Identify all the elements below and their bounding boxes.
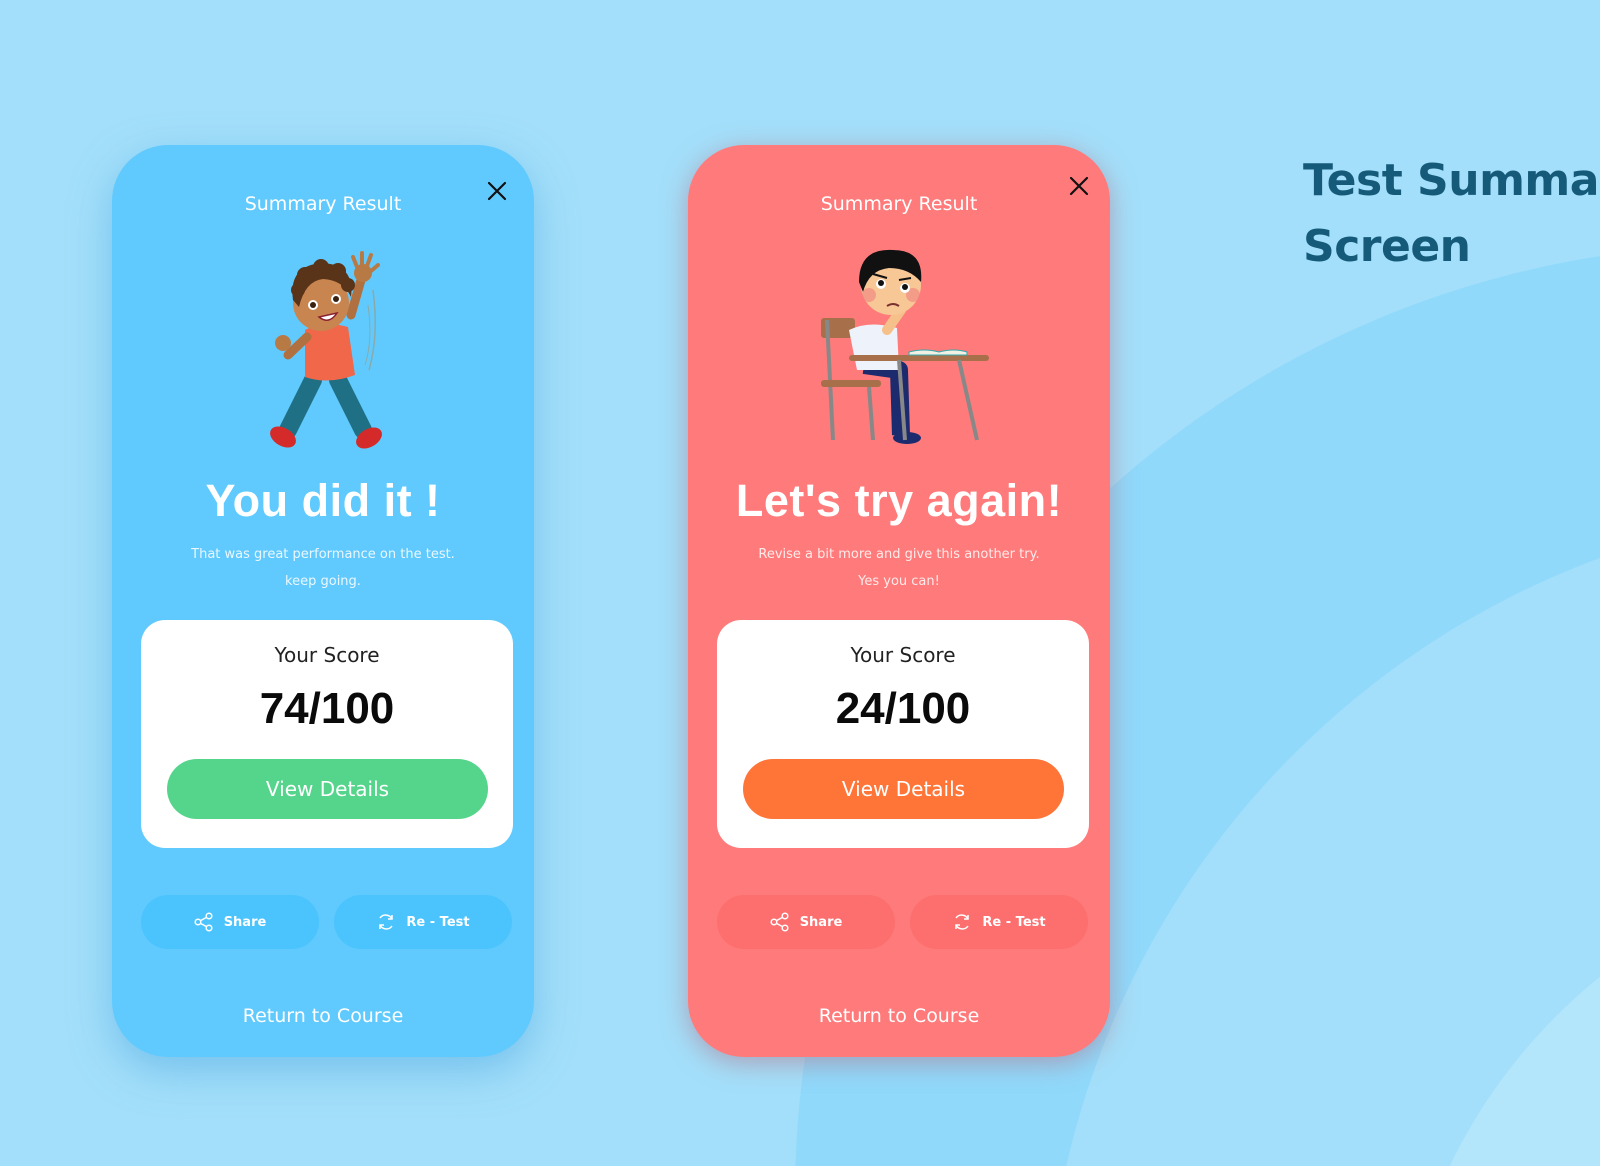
summary-title: Summary Result [820, 193, 978, 215]
score-label: Your Score [850, 643, 956, 667]
retest-button[interactable]: Re - Test [910, 895, 1088, 949]
result-message-line1: Revise a bit more and give this another … [758, 547, 1040, 562]
illustration-jumping-boy [112, 245, 534, 455]
share-label: Share [799, 914, 843, 930]
share-button[interactable]: Share [141, 895, 319, 949]
page-title-line1: Test Summary [1303, 155, 1600, 206]
sad-boy-icon [821, 249, 989, 444]
page-title: Test Summary Screen [1303, 148, 1600, 280]
view-details-button[interactable]: View Details [743, 759, 1064, 819]
result-message-line2: keep going. [285, 574, 361, 589]
result-message: That was great performance on the test. … [112, 541, 534, 595]
score-card: Your Score 24/100 View Details [717, 620, 1089, 848]
score-value: 24/100 [835, 684, 971, 733]
retest-label: Re - Test [982, 914, 1046, 930]
return-to-course-link[interactable]: Return to Course [688, 1005, 1110, 1027]
result-headline: You did it ! [205, 475, 441, 526]
fail-summary-screen: Summary Result Let's try again! Revise a… [688, 145, 1110, 1057]
result-message: Revise a bit more and give this another … [688, 541, 1110, 595]
share-icon [770, 912, 789, 932]
share-button[interactable]: Share [717, 895, 895, 949]
share-icon [194, 912, 213, 932]
retest-label: Re - Test [406, 914, 470, 930]
page-title-line2: Screen [1303, 221, 1471, 272]
score-label: Your Score [274, 643, 380, 667]
jumping-boy-icon [270, 251, 382, 449]
refresh-icon [379, 914, 394, 930]
success-summary-screen: Summary Result You did it ! That was gre… [112, 145, 534, 1057]
result-message-line1: That was great performance on the test. [191, 547, 455, 562]
retest-button[interactable]: Re - Test [334, 895, 512, 949]
result-message-line2: Yes you can! [858, 574, 940, 589]
result-headline: Let's try again! [735, 475, 1063, 526]
refresh-icon [955, 914, 970, 930]
view-details-button[interactable]: View Details [167, 759, 488, 819]
illustration-sad-boy-at-desk [688, 240, 1110, 445]
score-card: Your Score 74/100 View Details [141, 620, 513, 848]
share-label: Share [223, 914, 267, 930]
return-to-course-link[interactable]: Return to Course [112, 1005, 534, 1027]
summary-title: Summary Result [244, 193, 402, 215]
score-value: 74/100 [259, 684, 395, 733]
